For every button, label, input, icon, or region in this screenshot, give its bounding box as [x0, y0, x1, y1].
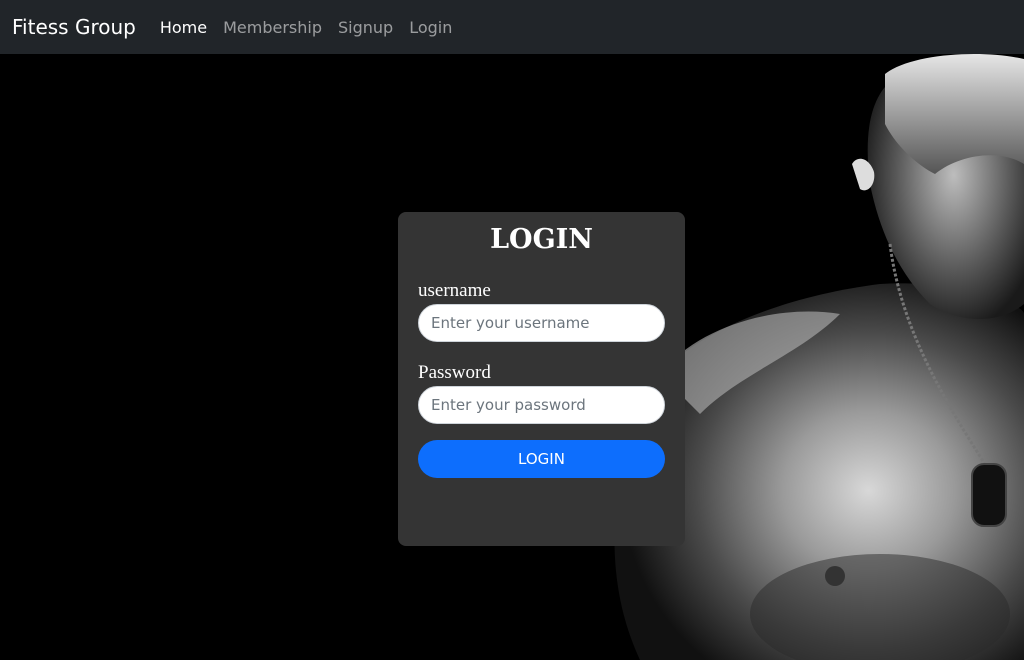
brand-logo-link[interactable]: Fitess Group: [12, 15, 136, 39]
login-button[interactable]: LOGIN: [418, 440, 665, 478]
nav-link-home[interactable]: Home: [160, 18, 207, 37]
hero-section: LOGIN username Password LOGIN: [0, 54, 1024, 660]
login-card: LOGIN username Password LOGIN: [398, 212, 685, 546]
nav-link-membership[interactable]: Membership: [223, 18, 322, 37]
login-title: LOGIN: [490, 224, 593, 255]
navbar: Fitess Group Home Membership Signup Logi…: [0, 0, 1024, 54]
username-label: username: [418, 280, 491, 301]
nav-link-login[interactable]: Login: [409, 18, 452, 37]
nav-link-signup[interactable]: Signup: [338, 18, 393, 37]
password-input[interactable]: [418, 386, 665, 424]
nav-links: Home Membership Signup Login: [160, 18, 469, 37]
username-input[interactable]: [418, 304, 665, 342]
password-label: Password: [418, 362, 491, 383]
